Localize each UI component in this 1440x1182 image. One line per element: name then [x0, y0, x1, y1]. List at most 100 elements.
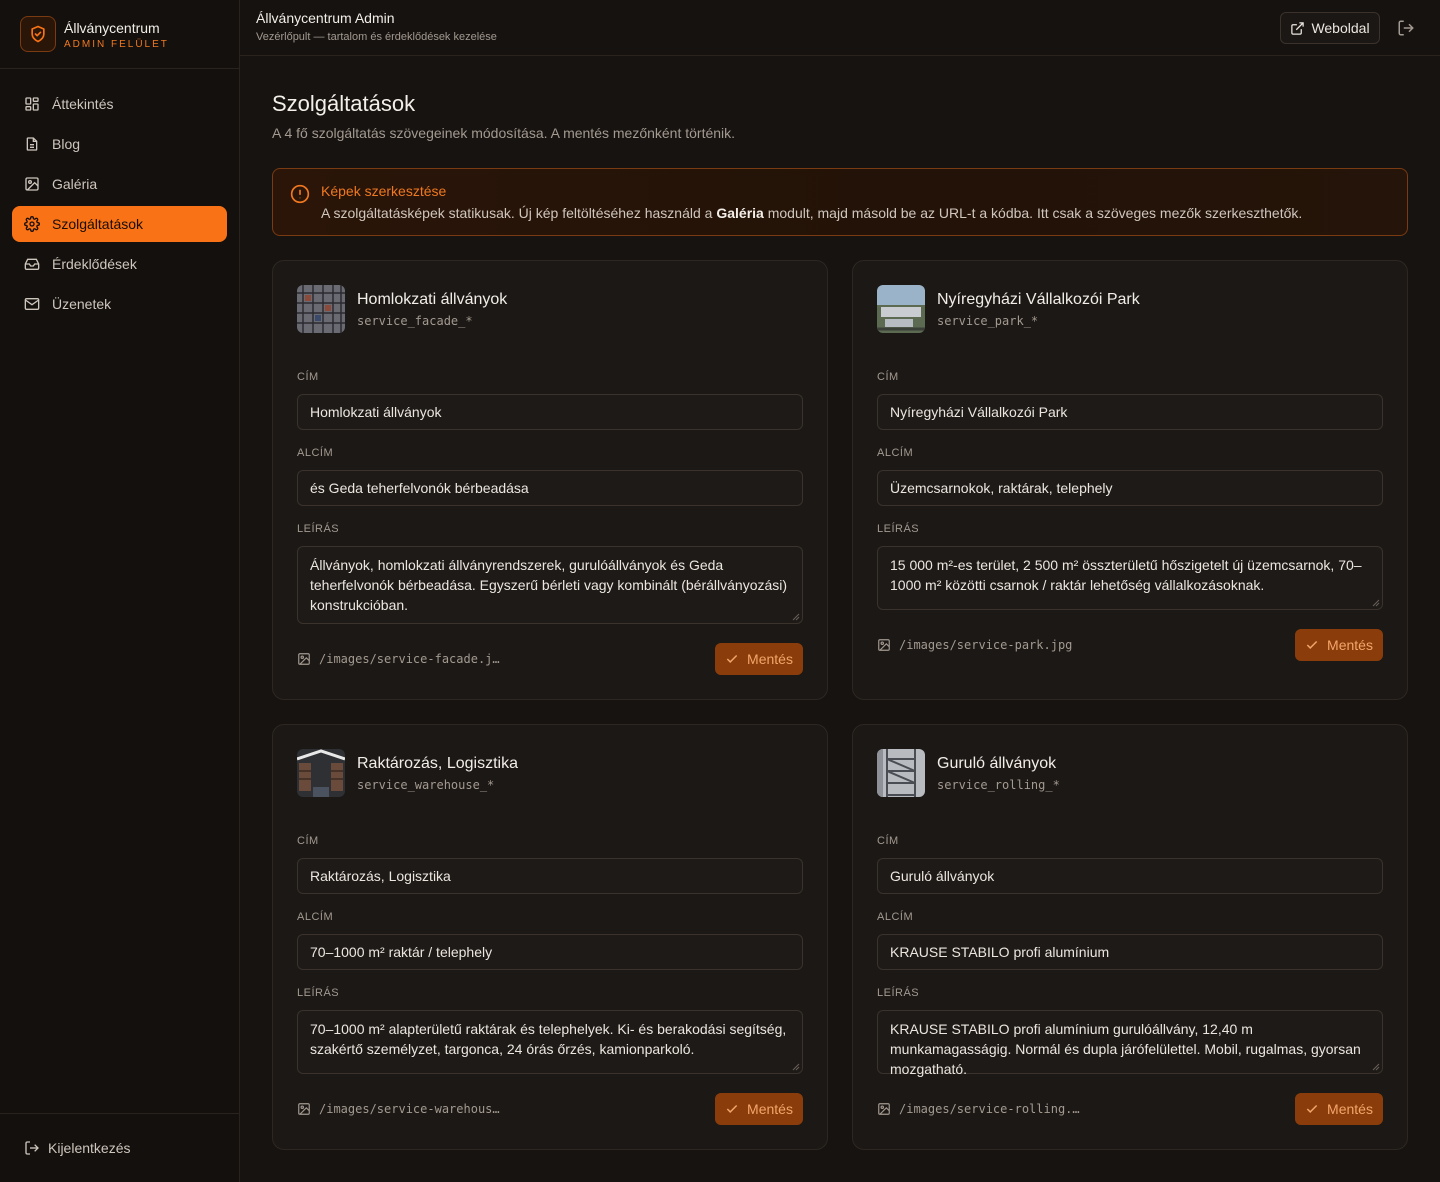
brand-subtitle: ADMIN FELÜLET [64, 38, 169, 50]
brand[interactable]: Állványcentrum ADMIN FELÜLET [0, 0, 239, 69]
description-label: LEÍRÁS [877, 523, 920, 535]
image-icon [877, 1102, 891, 1116]
subtitle-label: ALCÍM [297, 911, 334, 923]
subtitle-label: ALCÍM [877, 911, 914, 923]
title-input[interactable]: Homlokzati állványok [297, 394, 803, 430]
gear-icon [24, 216, 40, 232]
image-icon [877, 638, 891, 652]
alert-circle-icon [290, 184, 310, 204]
description-text: KRAUSE STABILO profi alumínium gurulóáll… [890, 1021, 1361, 1077]
title-label: CÍM [877, 835, 899, 847]
service-key: service_warehouse_* [357, 778, 495, 792]
description-textarea[interactable]: Állványok, homlokzati állványrendszerek,… [297, 546, 803, 624]
sidebar-item-label: Áttekintés [52, 96, 114, 112]
description-textarea[interactable]: 70–1000 m² alapterületű raktárak és tele… [297, 1010, 803, 1074]
sidebar-item-overview[interactable]: Áttekintés [12, 86, 227, 122]
service-card-rolling: Guruló állványok service_rolling_* CÍM G… [852, 724, 1408, 1150]
service-card-facade: Homlokzati állványok service_facade_* CÍ… [272, 260, 828, 700]
sidebar-item-label: Szolgáltatások [52, 216, 144, 232]
service-thumbnail [297, 749, 345, 797]
notice-banner: Képek szerkesztése A szolgáltatásképek s… [272, 168, 1408, 236]
image-path: /images/service-warehous… [297, 1102, 500, 1116]
service-name: Guruló állványok [937, 755, 1057, 772]
subtitle-input[interactable]: és Geda teherfelvonók bérbeadása [297, 470, 803, 506]
logout-button[interactable]: Kijelentkezés [0, 1113, 239, 1182]
logout-icon[interactable] [1397, 19, 1415, 37]
image-path: /images/service-rolling.… [877, 1102, 1080, 1116]
description-text: 15 000 m²-es terület, 2 500 m² összterül… [890, 557, 1362, 593]
sidebar-item-services[interactable]: Szolgáltatások [12, 206, 227, 242]
resize-handle[interactable] [1372, 1063, 1380, 1071]
page-subtitle: A 4 fő szolgáltatás szövegeinek módosítá… [272, 125, 736, 141]
title-label: CÍM [297, 371, 319, 383]
title-input[interactable]: Raktározás, Logisztika [297, 858, 803, 894]
images-icon [24, 176, 40, 192]
check-icon [725, 1102, 739, 1116]
image-path: /images/service-park.jpg [877, 638, 1072, 652]
service-card-warehouse: Raktározás, Logisztika service_warehouse… [272, 724, 828, 1150]
subtitle-input[interactable]: Üzemcsarnokok, raktárak, telephely [877, 470, 1383, 506]
shield-icon [20, 16, 56, 52]
description-textarea[interactable]: 15 000 m²-es terület, 2 500 m² összterül… [877, 546, 1383, 610]
sidebar-item-label: Érdeklődések [52, 256, 137, 272]
save-button[interactable]: Mentés [1295, 1093, 1383, 1125]
resize-handle[interactable] [792, 613, 800, 621]
external-link-icon [1290, 21, 1305, 36]
gallery-link[interactable]: Galéria [716, 205, 763, 221]
save-button[interactable]: Mentés [715, 1093, 803, 1125]
sidebar-item-label: Blog [52, 136, 81, 152]
mail-icon [24, 296, 40, 312]
sidebar-item-messages[interactable]: Üzenetek [12, 286, 227, 322]
title-input[interactable]: Guruló állványok [877, 858, 1383, 894]
service-name: Raktározás, Logisztika [357, 755, 518, 772]
notice-text: A szolgáltatásképek statikusak. Új kép f… [321, 205, 1303, 221]
website-button-label: Weboldal [1311, 20, 1370, 36]
sidebar-item-label: Üzenetek [52, 296, 112, 312]
image-icon [297, 652, 311, 666]
notice-title: Képek szerkesztése [321, 183, 447, 199]
resize-handle[interactable] [792, 1063, 800, 1071]
description-text: 70–1000 m² alapterületű raktárak és tele… [310, 1021, 787, 1057]
description-label: LEÍRÁS [877, 987, 920, 999]
check-icon [1305, 1102, 1319, 1116]
brand-name: Állványcentrum [64, 19, 160, 36]
description-label: LEÍRÁS [297, 987, 340, 999]
title-input[interactable]: Nyíregyházi Vállalkozói Park [877, 394, 1383, 430]
inbox-icon [24, 256, 40, 272]
description-textarea[interactable]: KRAUSE STABILO profi alumínium gurulóáll… [877, 1010, 1383, 1077]
grid-icon [24, 96, 40, 112]
website-button[interactable]: Weboldal [1280, 12, 1380, 44]
sidebar: Állványcentrum ADMIN FELÜLET Áttekintés … [0, 0, 240, 1182]
subtitle-input[interactable]: KRAUSE STABILO profi alumínium [877, 934, 1383, 970]
page-title: Szolgáltatások [272, 91, 416, 116]
sidebar-item-blog[interactable]: Blog [12, 126, 227, 162]
service-name: Homlokzati állványok [357, 291, 508, 308]
top-header: Állványcentrum Admin Vezérlőpult — tarta… [240, 0, 1440, 56]
service-thumbnail [877, 285, 925, 333]
sidebar-item-label: Galéria [52, 176, 98, 192]
description-text: Állványok, homlokzati állványrendszerek,… [310, 557, 788, 613]
sidebar-nav: Áttekintés Blog Galéria Szolgáltatások É… [0, 69, 239, 322]
check-icon [1305, 638, 1319, 652]
sidebar-item-inquiries[interactable]: Érdeklődések [12, 246, 227, 282]
image-path: /images/service-facade.j… [297, 652, 500, 666]
service-key: service_rolling_* [937, 778, 1060, 792]
sidebar-item-gallery[interactable]: Galéria [12, 166, 227, 202]
title-label: CÍM [297, 835, 319, 847]
service-thumbnail [877, 749, 925, 797]
service-card-park: Nyíregyházi Vállalkozói Park service_par… [852, 260, 1408, 700]
image-icon [297, 1102, 311, 1116]
logout-icon [24, 1140, 40, 1156]
description-label: LEÍRÁS [297, 523, 340, 535]
service-thumbnail [297, 285, 345, 333]
header-subtitle: Vezérlőpult — tartalom és érdeklődések k… [256, 31, 497, 43]
save-button[interactable]: Mentés [1295, 629, 1383, 661]
resize-handle[interactable] [1372, 599, 1380, 607]
subtitle-label: ALCÍM [297, 447, 334, 459]
document-icon [24, 136, 40, 152]
save-button[interactable]: Mentés [715, 643, 803, 675]
service-key: service_park_* [937, 314, 1039, 328]
header-title: Állványcentrum Admin [256, 10, 395, 26]
subtitle-input[interactable]: 70–1000 m² raktár / telephely [297, 934, 803, 970]
check-icon [725, 652, 739, 666]
